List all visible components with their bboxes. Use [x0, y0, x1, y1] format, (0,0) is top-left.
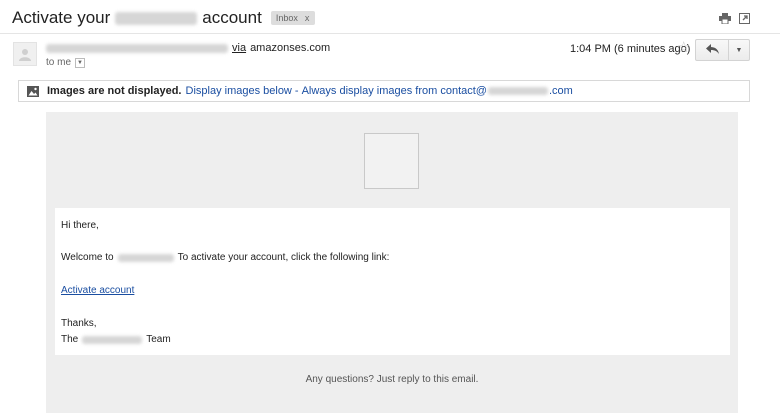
- thread-actions: [719, 13, 750, 24]
- always-display-text: Always display images from contact@: [301, 85, 487, 97]
- signature-prefix: The: [61, 334, 79, 345]
- link-separator: -: [294, 85, 299, 97]
- reply-icon: [705, 43, 719, 57]
- images-hidden-notice: Images are not displayed. Display images…: [18, 80, 750, 102]
- chevron-down-icon: ▼: [77, 59, 83, 66]
- welcome-line: Welcome to To activate your account, clic…: [61, 252, 389, 263]
- footer-text: Any questions? Just reply to this email.: [305, 374, 479, 385]
- email-subject: Activate your account: [12, 8, 262, 28]
- welcome-prefix: Welcome to: [61, 252, 114, 263]
- reply-button-group: ▼: [695, 39, 750, 61]
- subject-text-end: account: [202, 8, 262, 27]
- via-domain: amazonses.com: [250, 42, 331, 54]
- chevron-down-icon: ▼: [735, 46, 743, 54]
- new-window-icon[interactable]: [739, 13, 750, 24]
- redacted-domain: [487, 87, 548, 96]
- thanks-text: Thanks,: [61, 318, 97, 329]
- always-display-domain-suffix: .com: [548, 85, 573, 97]
- subject-text-start: Activate your: [12, 8, 111, 27]
- recipient-text: to me: [46, 57, 72, 68]
- details-dropdown-button[interactable]: ▼: [75, 57, 86, 68]
- subject-row: Activate your account Inbox x: [12, 6, 316, 30]
- avatar-icon: [13, 42, 37, 66]
- via-link[interactable]: via: [232, 42, 246, 54]
- print-icon[interactable]: [719, 13, 731, 24]
- activate-account-link[interactable]: Activate account: [61, 285, 134, 296]
- remove-label-button[interactable]: x: [305, 13, 310, 23]
- always-display-images-link[interactable]: Always display images from contact@ .com: [302, 85, 573, 97]
- sender-line: via amazonses.com: [46, 42, 330, 54]
- star-icon[interactable]: ☆: [677, 40, 690, 55]
- images-notice-text: Images are not displayed.: [47, 85, 182, 97]
- redacted-brand: [115, 12, 198, 26]
- image-icon: [27, 85, 39, 97]
- message-time: 1:04 PM (6 minutes ago): [570, 43, 691, 55]
- email-body: Hi there, Welcome to To activate your acc…: [46, 112, 738, 413]
- greeting-text: Hi there,: [61, 220, 99, 231]
- display-images-below-link[interactable]: Display images below: [186, 85, 292, 97]
- redacted-brand: [117, 253, 174, 262]
- message-card: Hi there, Welcome to To activate your acc…: [55, 208, 730, 355]
- more-actions-button[interactable]: ▼: [729, 40, 749, 60]
- inbox-label-tag[interactable]: Inbox x: [270, 11, 316, 25]
- redacted-sender-address: [46, 43, 228, 53]
- inbox-label-text: Inbox: [275, 13, 298, 23]
- signature-suffix: Team: [146, 334, 171, 345]
- signature-line: The Team: [61, 334, 171, 345]
- redacted-brand: [82, 335, 143, 344]
- reply-button[interactable]: [696, 40, 729, 60]
- recipient-line: to me ▼: [46, 57, 86, 68]
- header-divider: [0, 33, 780, 34]
- welcome-suffix: To activate your account, click the foll…: [177, 252, 390, 263]
- blocked-image-placeholder: [364, 133, 419, 189]
